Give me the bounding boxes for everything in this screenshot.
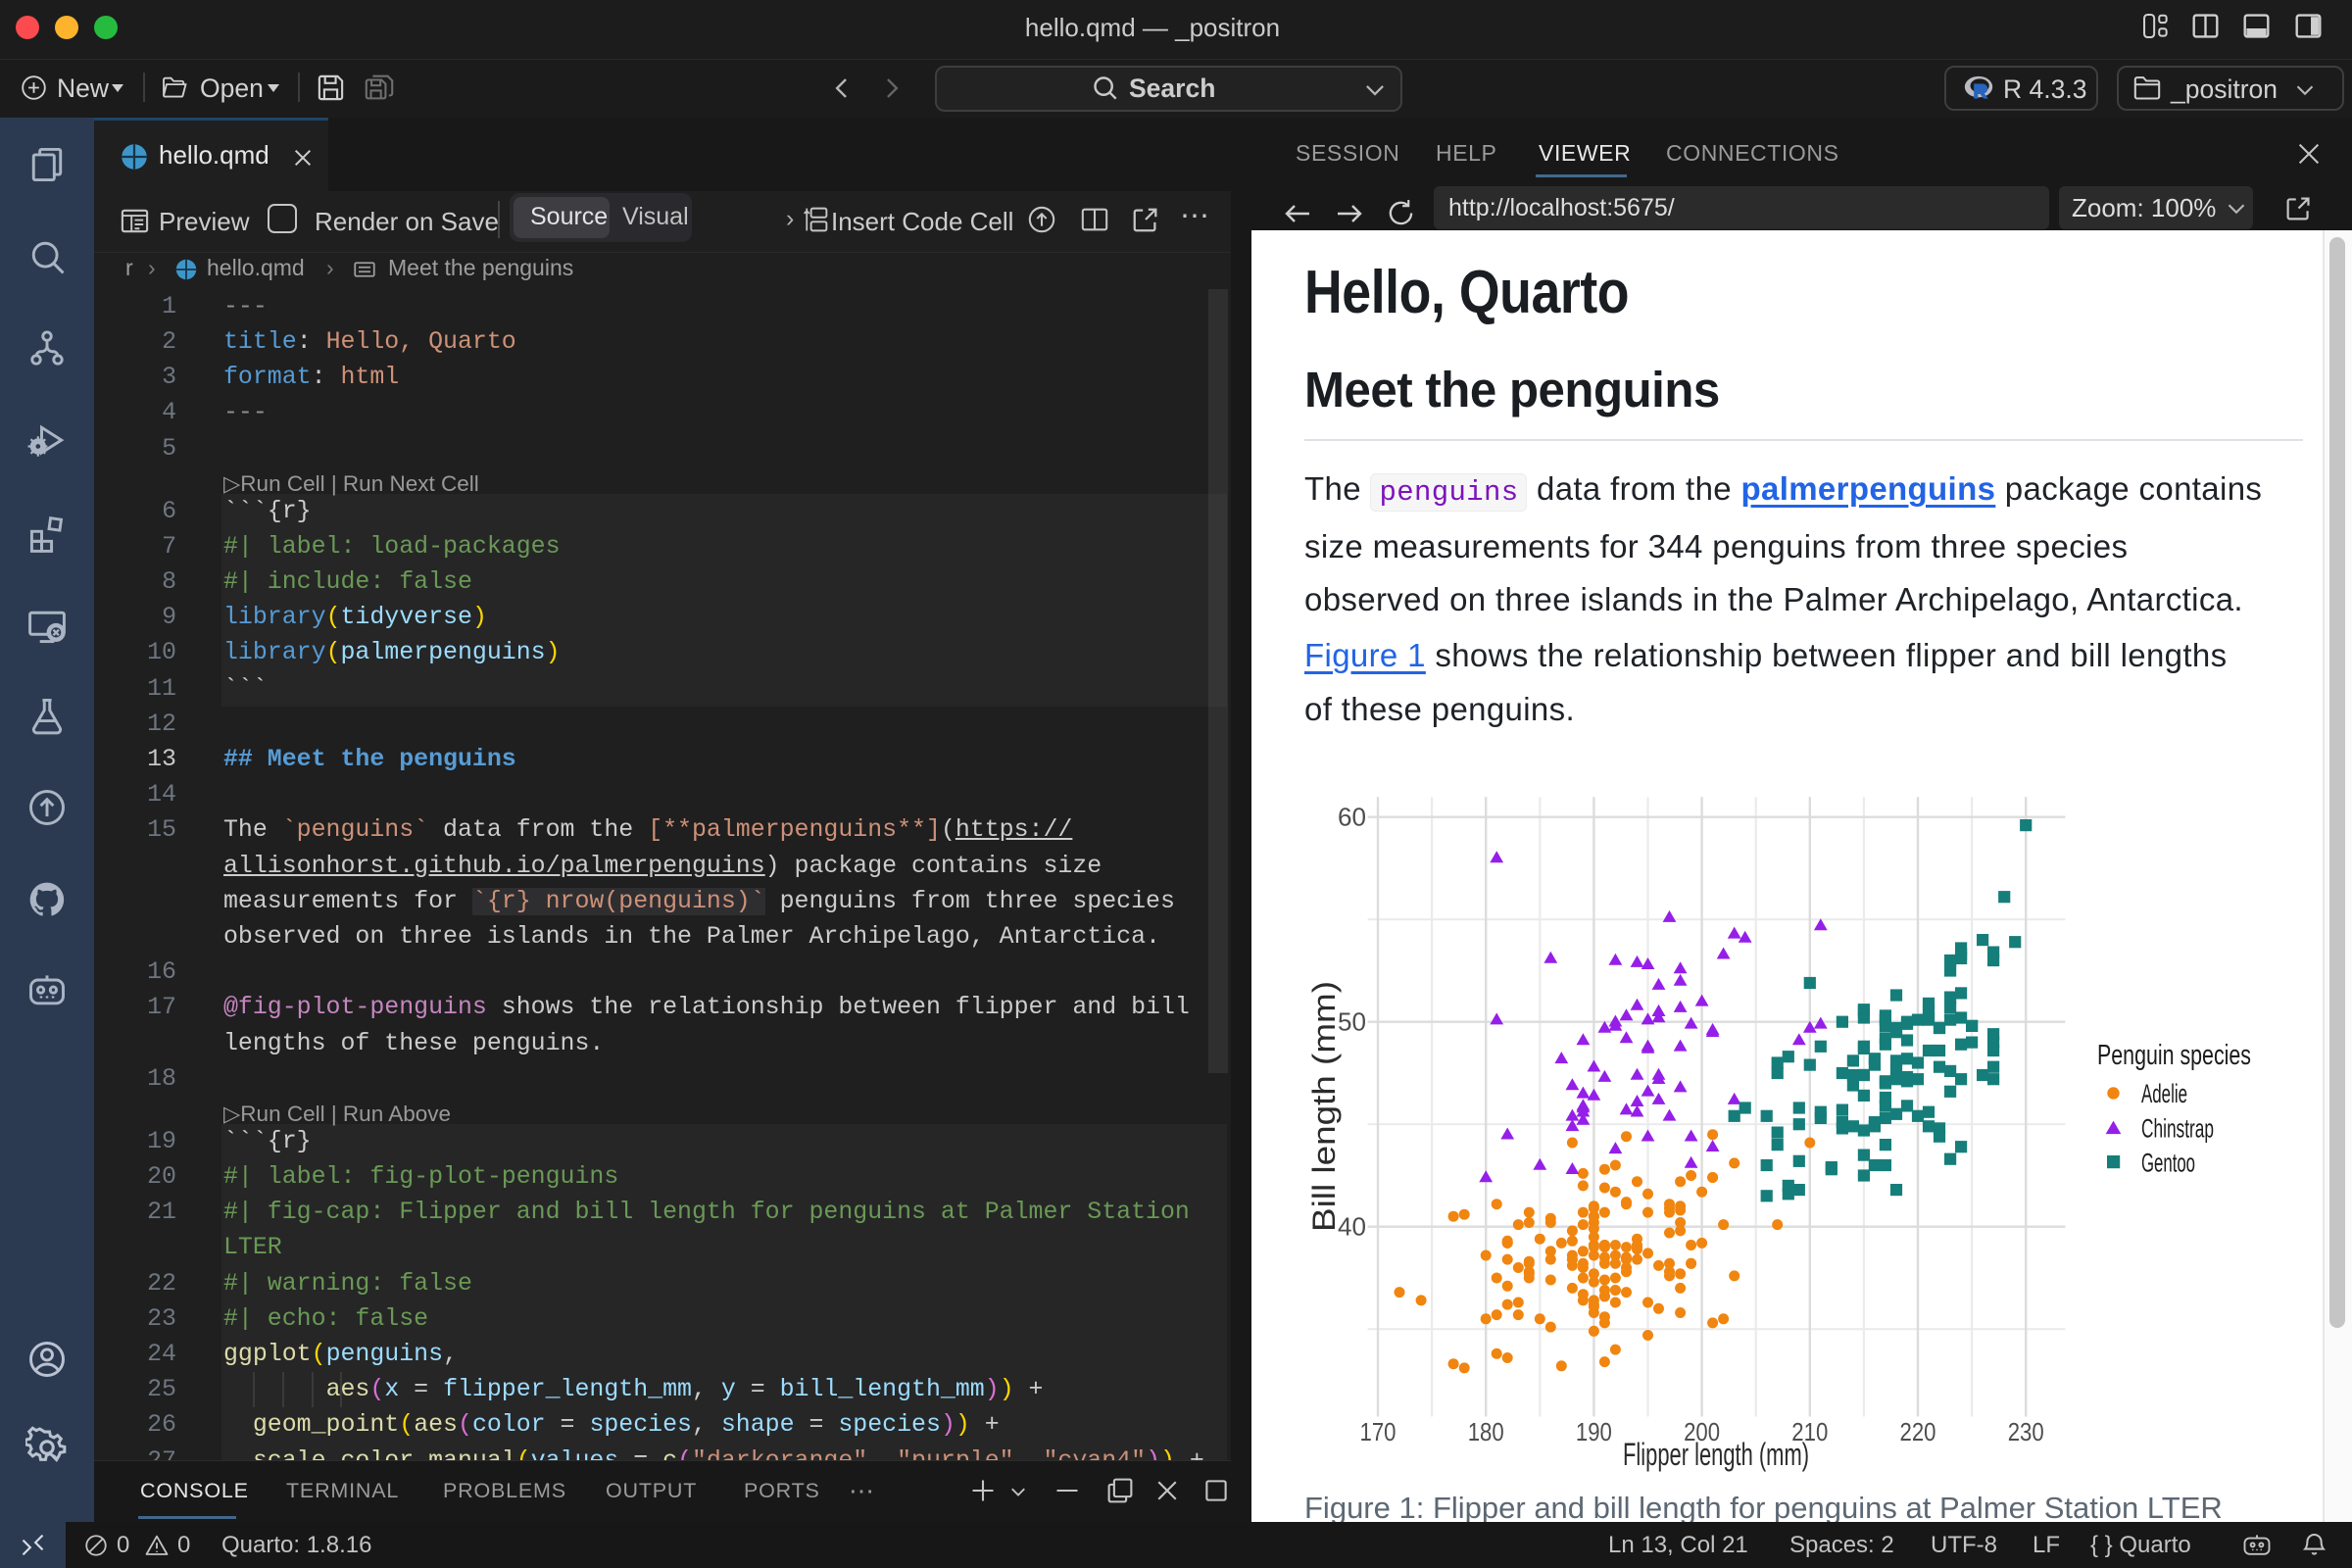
svg-text:230: 230: [2008, 1417, 2044, 1446]
svg-text:180: 180: [1468, 1417, 1504, 1446]
svg-text:60: 60: [1338, 803, 1366, 832]
svg-text:40: 40: [1338, 1212, 1366, 1242]
svg-text:170: 170: [1360, 1417, 1396, 1446]
svg-text:Penguin species: Penguin species: [2097, 1040, 2251, 1071]
svg-text:220: 220: [1900, 1417, 1936, 1446]
svg-text:Chinstrap: Chinstrap: [2141, 1114, 2214, 1144]
svg-text:190: 190: [1576, 1417, 1612, 1446]
svg-text:50: 50: [1338, 1007, 1366, 1037]
svg-text:Flipper length (mm): Flipper length (mm): [1623, 1437, 1809, 1472]
svg-text:Gentoo: Gentoo: [2141, 1149, 2195, 1178]
svg-text:Adelie: Adelie: [2141, 1079, 2187, 1108]
svg-text:Bill length (mm): Bill length (mm): [1306, 981, 1342, 1232]
